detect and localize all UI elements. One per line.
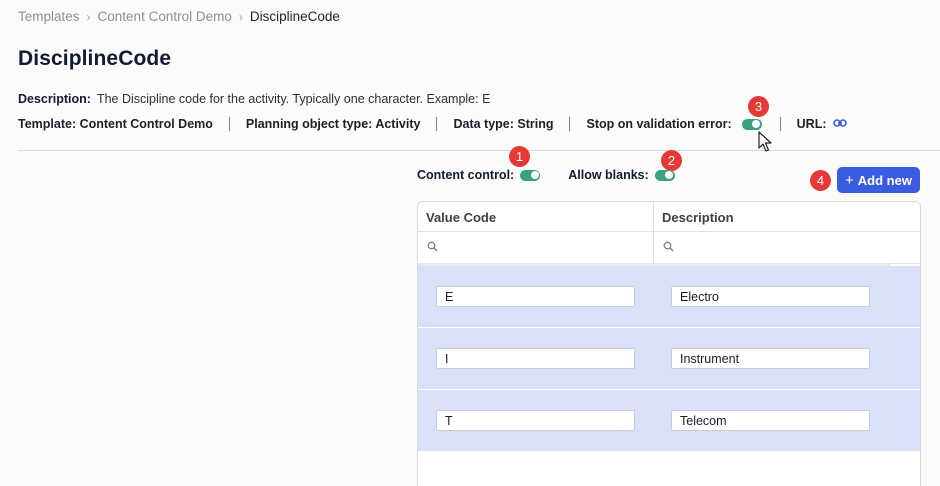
controls-row: Content control: Allow blanks: bbox=[417, 168, 703, 182]
allow-blanks-label: Allow blanks: bbox=[568, 168, 649, 182]
separator bbox=[569, 117, 571, 131]
chevron-right-icon: › bbox=[238, 9, 243, 24]
values-grid: Value Code Description bbox=[417, 201, 921, 486]
value-code-filter bbox=[418, 232, 654, 263]
separator bbox=[436, 117, 438, 131]
page-title: DisciplineCode bbox=[18, 47, 172, 70]
allow-blanks-toggle[interactable] bbox=[654, 169, 675, 181]
content-control-label: Content control: bbox=[417, 168, 515, 182]
separator bbox=[228, 117, 230, 131]
description-cell[interactable] bbox=[671, 286, 870, 307]
search-icon bbox=[427, 239, 438, 257]
description-text: The Discipline code for the activity. Ty… bbox=[96, 92, 491, 106]
allow-blanks: Allow blanks: bbox=[568, 168, 675, 182]
breadcrumb-current: DisciplineCode bbox=[249, 9, 340, 24]
stop-on-validation-error-toggle[interactable] bbox=[741, 118, 762, 130]
link-icon[interactable] bbox=[832, 117, 847, 131]
annotation-badge-3: 3 bbox=[748, 96, 769, 117]
annotation-badge-1: 1 bbox=[509, 146, 530, 167]
plus-icon: + bbox=[845, 171, 854, 189]
value-code-cell[interactable] bbox=[436, 348, 635, 369]
breadcrumb-templates[interactable]: Templates bbox=[18, 9, 80, 24]
table-row[interactable] bbox=[418, 390, 920, 452]
chevron-right-icon: › bbox=[86, 9, 91, 24]
annotation-badge-4: 4 bbox=[810, 170, 831, 191]
mouse-cursor-icon bbox=[758, 131, 772, 158]
value-code-filter-input[interactable] bbox=[444, 240, 624, 255]
separator bbox=[779, 117, 781, 131]
description-cell[interactable] bbox=[671, 348, 870, 369]
planning-object-type-info: Planning object type: Activity bbox=[245, 117, 421, 131]
url-info: URL: bbox=[797, 117, 847, 131]
description-row: Description: The Discipline code for the… bbox=[18, 92, 490, 106]
column-header-value-code[interactable]: Value Code bbox=[418, 202, 654, 231]
content-control: Content control: bbox=[417, 168, 541, 182]
header-divider bbox=[18, 150, 940, 151]
description-cell[interactable] bbox=[671, 410, 870, 431]
add-new-label: Add new bbox=[857, 172, 912, 188]
value-code-cell[interactable] bbox=[436, 286, 635, 307]
stop-on-validation-error: Stop on validation error: bbox=[586, 117, 762, 131]
value-code-cell[interactable] bbox=[436, 410, 635, 431]
grid-rows bbox=[418, 266, 920, 452]
grid-filter-row bbox=[418, 232, 920, 264]
table-row[interactable] bbox=[418, 328, 920, 390]
column-header-description[interactable]: Description bbox=[654, 202, 920, 231]
data-type-info: Data type: String bbox=[453, 117, 554, 131]
template-info: Template: Content Control Demo bbox=[18, 117, 213, 131]
description-label: Description: bbox=[18, 92, 91, 106]
breadcrumb: Templates › Content Control Demo › Disci… bbox=[18, 9, 340, 24]
description-filter-input[interactable] bbox=[680, 240, 860, 255]
meta-row: Template: Content Control Demo Planning … bbox=[18, 117, 847, 131]
table-row[interactable] bbox=[418, 266, 920, 328]
search-icon bbox=[663, 239, 674, 257]
grid-header: Value Code Description bbox=[418, 202, 920, 232]
add-new-button[interactable]: + Add new bbox=[837, 167, 920, 193]
breadcrumb-content-control-demo[interactable]: Content Control Demo bbox=[98, 9, 232, 24]
description-filter bbox=[654, 232, 920, 263]
content-control-toggle[interactable] bbox=[520, 169, 541, 181]
